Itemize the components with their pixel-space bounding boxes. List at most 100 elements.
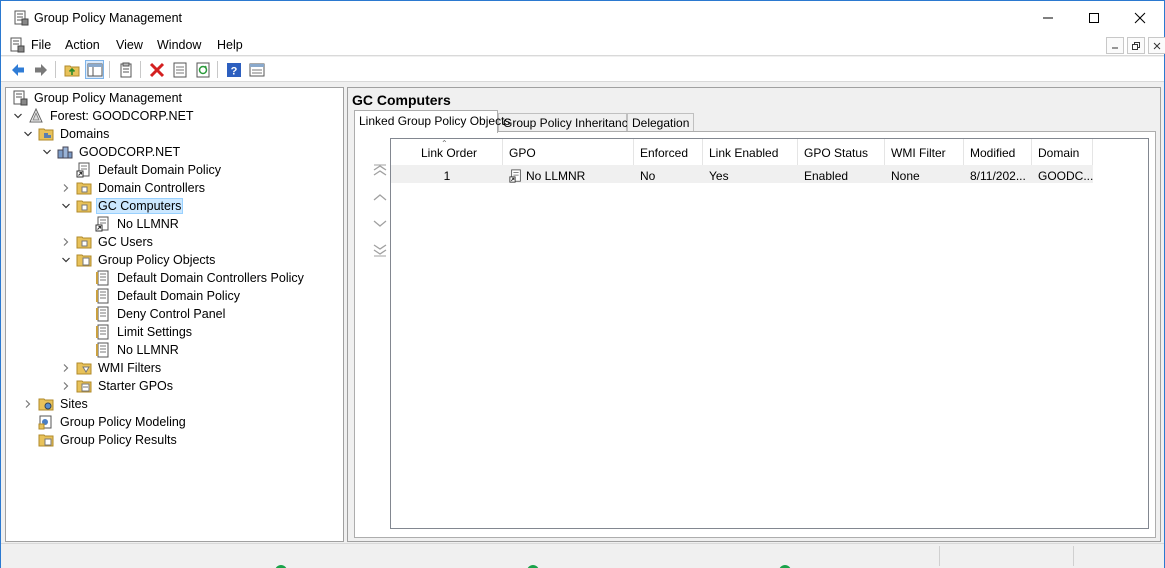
tree-node-label[interactable]: Group Policy Modeling: [58, 414, 188, 430]
tree-node[interactable]: Domains: [22, 125, 111, 143]
column-header[interactable]: GPO: [503, 139, 634, 165]
ou-folder-icon: [76, 200, 92, 213]
tree-node-label[interactable]: Domains: [58, 126, 111, 142]
chevron-down-icon[interactable]: [60, 200, 72, 212]
mdi-minimize-button[interactable]: [1106, 37, 1124, 54]
menu-help[interactable]: Help: [217, 38, 243, 52]
tree-node-label[interactable]: WMI Filters: [96, 360, 163, 376]
status-separator: [1073, 546, 1074, 566]
tree-node[interactable]: WMI Filters: [60, 359, 163, 377]
toolbar-separator: [217, 61, 218, 78]
tree-node[interactable]: Group Policy Modeling: [22, 413, 188, 431]
tree-node[interactable]: Forest: GOODCORP.NET: [12, 107, 196, 125]
tree-node[interactable]: Group Policy Objects: [60, 251, 217, 269]
back-button[interactable]: [8, 60, 27, 79]
tree-node-label[interactable]: No LLMNR: [115, 342, 181, 358]
menu-file[interactable]: File: [31, 38, 51, 52]
tree-node[interactable]: No LLMNR: [79, 341, 181, 359]
close-button[interactable]: [1117, 1, 1163, 34]
tab-inheritance[interactable]: Group Policy Inheritance: [498, 113, 634, 132]
delete-button[interactable]: [147, 60, 166, 79]
column-header[interactable]: Enforced: [634, 139, 703, 165]
tree-node-label[interactable]: Limit Settings: [115, 324, 194, 340]
chevron-right-icon[interactable]: [60, 236, 72, 248]
tree-node[interactable]: Default Domain Policy: [60, 161, 223, 179]
tree-node[interactable]: GOODCORP.NET: [41, 143, 182, 161]
chevron-down-icon[interactable]: [60, 254, 72, 266]
tree-node[interactable]: Group Policy Results: [22, 431, 179, 449]
status-separator: [939, 546, 940, 566]
tab-linked-gpos[interactable]: Linked Group Policy Objects: [354, 110, 510, 133]
chevron-right-icon[interactable]: [60, 380, 72, 392]
title-bar: Group Policy Management: [1, 1, 1164, 34]
chevron-down-icon[interactable]: [12, 110, 24, 122]
tree-node-label[interactable]: GOODCORP.NET: [77, 144, 182, 160]
column-header[interactable]: GPO Status: [798, 139, 885, 165]
tree-node[interactable]: Group Policy Management: [12, 89, 184, 107]
refresh-button[interactable]: [193, 60, 212, 79]
menu-window[interactable]: Window: [157, 38, 201, 52]
menu-action[interactable]: Action: [65, 38, 100, 52]
mmc-doc-icon[interactable]: [9, 37, 25, 53]
tree-node-label[interactable]: Group Policy Objects: [96, 252, 217, 268]
tree-node[interactable]: Starter GPOs: [60, 377, 175, 395]
minimize-button[interactable]: [1025, 1, 1071, 34]
tree-node-label[interactable]: Deny Control Panel: [115, 306, 227, 322]
tree-node[interactable]: Default Domain Policy: [79, 287, 242, 305]
menu-view[interactable]: View: [116, 38, 143, 52]
tree-node[interactable]: Limit Settings: [79, 323, 194, 341]
tree-node-label[interactable]: Default Domain Controllers Policy: [115, 270, 306, 286]
gpo-icon: [96, 306, 109, 322]
forward-button[interactable]: [31, 60, 50, 79]
chevron-right-icon[interactable]: [22, 398, 34, 410]
tree-node[interactable]: No LLMNR: [79, 215, 181, 233]
table-cell: Yes: [703, 165, 798, 183]
help-button[interactable]: ?: [224, 60, 243, 79]
chevron-down-icon[interactable]: [41, 146, 53, 158]
tree-node-label[interactable]: Sites: [58, 396, 90, 412]
tree-node-label[interactable]: Group Policy Results: [58, 432, 179, 448]
up-folder-icon: [64, 65, 79, 76]
tree-node[interactable]: GC Computers: [60, 197, 184, 215]
chevron-down-icon[interactable]: [22, 128, 34, 140]
export-list-button[interactable]: [170, 60, 189, 79]
column-header[interactable]: WMI Filter: [885, 139, 964, 165]
tree-node-label[interactable]: No LLMNR: [115, 216, 181, 232]
tree-node[interactable]: Sites: [22, 395, 90, 413]
tree-node[interactable]: Default Domain Controllers Policy: [79, 269, 306, 287]
column-header[interactable]: ⌃ Link Order: [391, 139, 503, 165]
tab-delegation[interactable]: Delegation: [627, 113, 694, 132]
properties-button[interactable]: [116, 60, 135, 79]
table-row[interactable]: 1 No LLMNR No Yes Enabled None 8/11/202... GOOD…: [391, 165, 1093, 183]
status-bar: [1, 543, 1164, 568]
chevron-right-icon[interactable]: [60, 362, 72, 374]
minimize-icon: [1112, 47, 1118, 48]
properties-icon: [120, 62, 131, 77]
tree-node-label[interactable]: Domain Controllers: [96, 180, 207, 196]
up-one-level-button[interactable]: [62, 60, 81, 79]
console-tree[interactable]: Group Policy Management Forest: GOODCORP.…: [5, 87, 344, 542]
tree-node-label[interactable]: Default Domain Policy: [115, 288, 242, 304]
tree-node[interactable]: GC Users: [60, 233, 155, 251]
maximize-button[interactable]: [1071, 1, 1117, 34]
column-header[interactable]: Domain: [1032, 139, 1093, 165]
console-view-button[interactable]: [247, 60, 266, 79]
tree-node-label[interactable]: GC Users: [96, 234, 155, 250]
mdi-close-button[interactable]: [1148, 37, 1165, 54]
tree-node-label[interactable]: Forest: GOODCORP.NET: [48, 108, 196, 124]
column-header[interactable]: Modified: [964, 139, 1032, 165]
tree-node-label[interactable]: Group Policy Management: [32, 90, 184, 106]
table-cell: 8/11/202...: [964, 165, 1032, 183]
tree-node-label[interactable]: GC Computers: [96, 198, 184, 214]
chevron-right-icon[interactable]: [60, 182, 72, 194]
linked-gpo-list[interactable]: ⌃ Link Order GPO Enforced Link Enabled GPO St…: [390, 138, 1149, 529]
menu-bar: File Action View Window Help: [1, 34, 1165, 56]
mdi-restore-button[interactable]: [1127, 37, 1145, 54]
show-hide-tree-button[interactable]: [85, 60, 104, 79]
tree-node-label[interactable]: Starter GPOs: [96, 378, 175, 394]
tree-node[interactable]: Deny Control Panel: [79, 305, 227, 323]
tree-node-label[interactable]: Default Domain Policy: [96, 162, 223, 178]
tree-node[interactable]: Domain Controllers: [60, 179, 207, 197]
column-header[interactable]: Link Enabled: [703, 139, 798, 165]
